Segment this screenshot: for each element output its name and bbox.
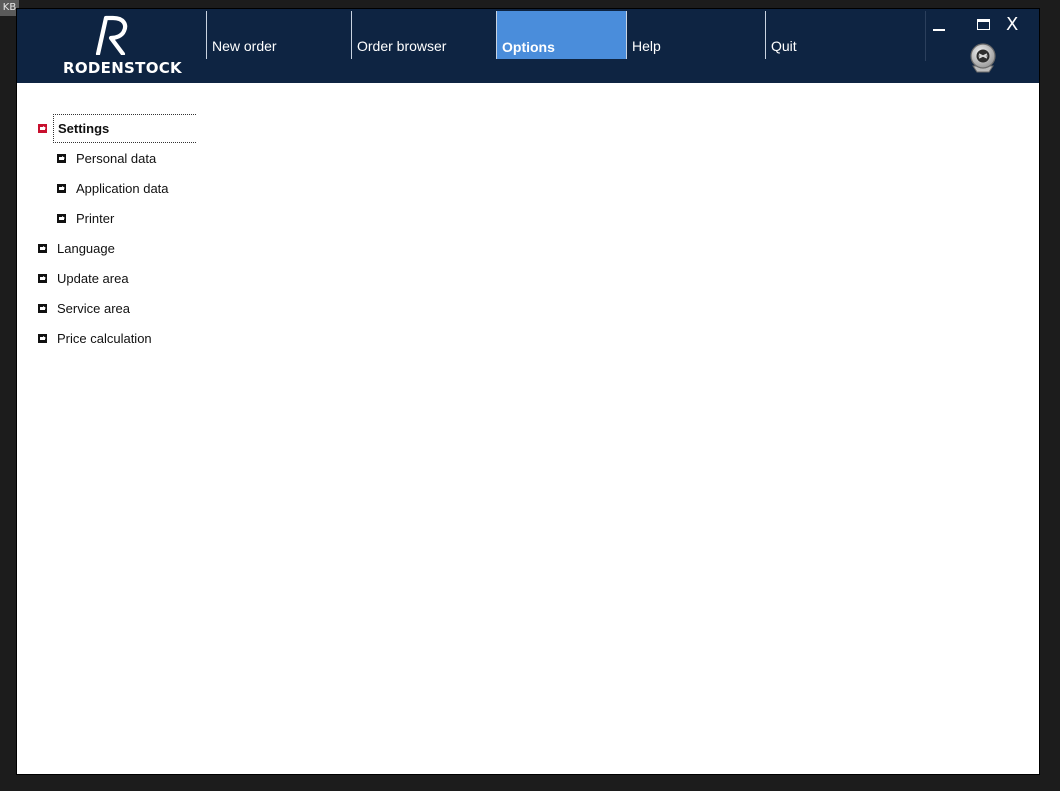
minimize-button[interactable] [933, 29, 945, 31]
expand-arrow-icon [38, 334, 47, 343]
tree-item-label: Update area [57, 271, 129, 286]
nav-label: New order [212, 38, 277, 54]
expand-arrow-icon [38, 124, 47, 133]
nav-options[interactable]: Options [496, 11, 626, 59]
nav-label: Quit [771, 38, 797, 54]
nav-quit[interactable]: Quit [765, 11, 925, 59]
nav-new-order[interactable]: New order [206, 11, 351, 59]
nav-label: Options [502, 39, 555, 55]
remote-support-icon[interactable] [967, 42, 999, 74]
brand-name: RODENSTOCK [63, 59, 182, 77]
tree-item-label: Price calculation [57, 331, 152, 346]
rodenstock-r-icon [95, 15, 128, 55]
header-bar: RODENSTOCK New order Order browser Optio… [17, 9, 1039, 83]
expand-arrow-icon [57, 214, 66, 223]
expand-arrow-icon [57, 154, 66, 163]
tree-item-label: Application data [76, 181, 169, 196]
tree-item-label: Settings [58, 121, 110, 136]
nav-help[interactable]: Help [626, 11, 765, 59]
expand-arrow-icon [38, 304, 47, 313]
nav-label: Help [632, 38, 661, 54]
tree-item-label: Printer [76, 211, 115, 226]
nav-label: Order browser [357, 38, 447, 54]
maximize-button[interactable] [977, 19, 990, 30]
expand-arrow-icon [57, 184, 66, 193]
close-button[interactable]: X [1006, 14, 1018, 36]
app-window: RODENSTOCK New order Order browser Optio… [16, 8, 1040, 775]
nav-order-browser[interactable]: Order browser [351, 11, 496, 59]
brand-logo: RODENSTOCK [63, 15, 182, 77]
content-area [197, 83, 1039, 774]
tree-item-label: Service area [57, 301, 130, 316]
expand-arrow-icon [38, 244, 47, 253]
expand-arrow-icon [38, 274, 47, 283]
tree-item-label: Language [57, 241, 115, 256]
tree-item-label: Personal data [76, 151, 157, 166]
